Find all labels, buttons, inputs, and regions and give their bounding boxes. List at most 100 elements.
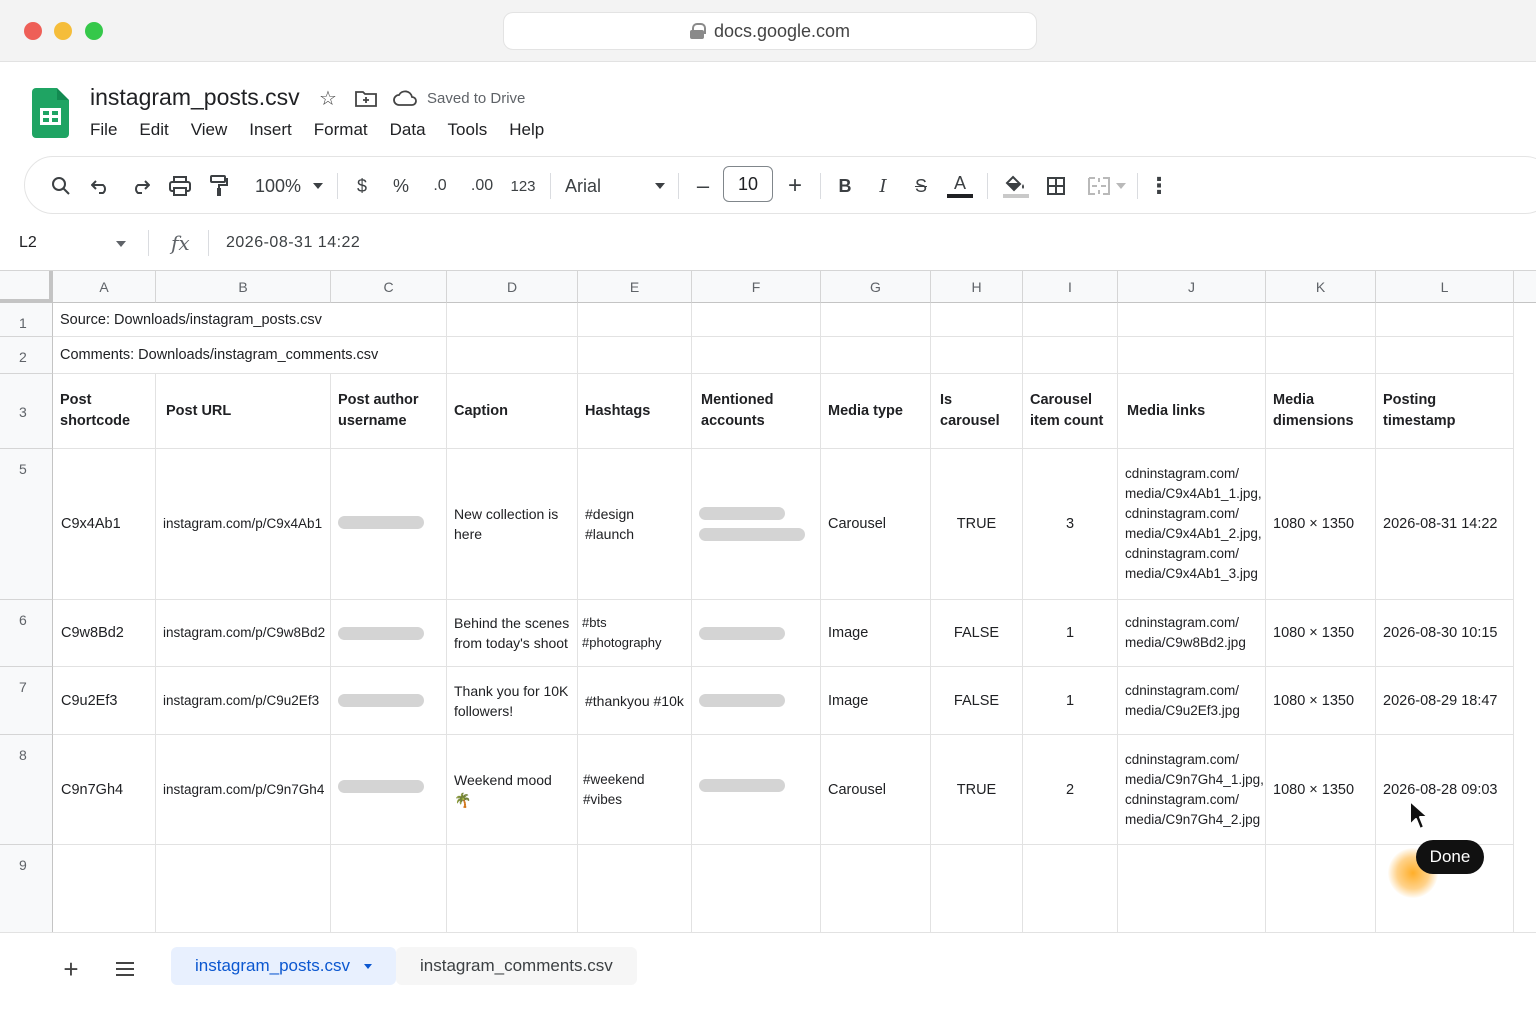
bold-button[interactable]: B <box>833 157 857 215</box>
decrease-font-size-button[interactable]: – <box>691 157 715 215</box>
cell-post-url[interactable]: instagram.com/p/C9x4Ab1 <box>156 449 331 600</box>
cell-d9[interactable] <box>447 845 578 932</box>
fill-color-icon[interactable] <box>1001 157 1031 215</box>
column-header-j[interactable]: J <box>1118 271 1266 303</box>
strikethrough-button[interactable]: S <box>909 157 933 215</box>
cell-media-links[interactable]: cdninstagram.com/ media/C9x4Ab1_1.jpg, c… <box>1118 449 1266 600</box>
increase-font-size-button[interactable]: + <box>783 157 807 215</box>
cell-mentions-redacted[interactable] <box>692 667 821 735</box>
cell-l1[interactable] <box>1376 303 1514 337</box>
cell-item-count[interactable]: 1 <box>1023 667 1118 735</box>
cell-shortcode[interactable]: C9u2Ef3 <box>53 667 156 735</box>
cell-caption[interactable]: Weekend mood 🌴 <box>447 735 578 845</box>
cell-caption[interactable]: New collection is here <box>447 449 578 600</box>
paint-format-icon[interactable] <box>205 157 233 215</box>
header-mentioned-accounts[interactable]: Mentioned accounts <box>692 374 821 449</box>
header-posting-timestamp[interactable]: Posting timestamp <box>1376 374 1514 449</box>
cell-is-carousel[interactable]: FALSE <box>931 667 1023 735</box>
cell-author-redacted[interactable] <box>331 667 447 735</box>
row-header-9[interactable]: 9 <box>0 845 53 932</box>
cell-hashtags[interactable]: #weekend #vibes <box>578 735 692 845</box>
zoom-select[interactable]: 100% <box>251 157 327 215</box>
add-sheet-icon[interactable]: + <box>57 954 85 984</box>
cell-media-links[interactable]: cdninstagram.com/ media/C9w8Bd2.jpg <box>1118 600 1266 667</box>
row-header-1[interactable]: 1 <box>0 303 53 337</box>
cell-i2[interactable] <box>1023 337 1118 374</box>
close-window-button[interactable] <box>24 22 42 40</box>
cell-i9[interactable] <box>1023 845 1118 932</box>
select-all-corner[interactable] <box>0 271 53 303</box>
cell-item-count[interactable]: 3 <box>1023 449 1118 600</box>
undo-icon[interactable] <box>87 157 115 215</box>
column-header-i[interactable]: I <box>1023 271 1118 303</box>
cell-post-url[interactable]: instagram.com/p/C9w8Bd2 <box>156 600 331 667</box>
cell-dimensions[interactable]: 1080 × 1350 <box>1266 600 1376 667</box>
address-bar[interactable]: docs.google.com <box>503 12 1037 50</box>
cell-h2[interactable] <box>931 337 1023 374</box>
cell-f2[interactable] <box>692 337 821 374</box>
menu-file[interactable]: File <box>90 120 117 140</box>
header-caption[interactable]: Caption <box>447 374 578 449</box>
name-box[interactable]: L2 <box>19 234 37 252</box>
header-carousel-item-count[interactable]: Carousel item count <box>1023 374 1118 449</box>
cell-is-carousel[interactable]: FALSE <box>931 600 1023 667</box>
cell-dimensions[interactable]: 1080 × 1350 <box>1266 667 1376 735</box>
row-header-3[interactable]: 3 <box>0 374 53 449</box>
header-post-author-username[interactable]: Post author username <box>331 374 447 449</box>
search-icon[interactable] <box>47 157 75 215</box>
menu-tools[interactable]: Tools <box>448 120 488 140</box>
cell-media-type[interactable]: Image <box>821 667 931 735</box>
header-post-shortcode[interactable]: Post shortcode <box>53 374 156 449</box>
cell-media-type[interactable]: Image <box>821 600 931 667</box>
cell-item-count[interactable]: 2 <box>1023 735 1118 845</box>
column-header-m[interactable] <box>1514 271 1536 303</box>
cell-media-links[interactable]: cdninstagram.com/ media/C9u2Ef3.jpg <box>1118 667 1266 735</box>
menu-data[interactable]: Data <box>390 120 426 140</box>
formula-input[interactable]: 2026-08-31 14:22 <box>226 234 360 252</box>
decrease-decimal-button[interactable]: .0 <box>425 157 455 215</box>
header-media-dimensions[interactable]: Media dimensions <box>1266 374 1376 449</box>
cell-media-links[interactable]: cdninstagram.com/ media/C9n7Gh4_1.jpg, c… <box>1118 735 1266 845</box>
column-header-f[interactable]: F <box>692 271 821 303</box>
cell-j1[interactable] <box>1118 303 1266 337</box>
cell-d1[interactable] <box>447 303 578 337</box>
cell-mentions-redacted[interactable] <box>692 449 821 600</box>
column-header-h[interactable]: H <box>931 271 1023 303</box>
cell-media-type[interactable]: Carousel <box>821 735 931 845</box>
cell-shortcode[interactable]: C9n7Gh4 <box>53 735 156 845</box>
sheet-tab-instagram-comments[interactable]: instagram_comments.csv <box>396 947 637 985</box>
cell-h1[interactable] <box>931 303 1023 337</box>
currency-format-button[interactable]: $ <box>350 157 374 215</box>
cell-k1[interactable] <box>1266 303 1376 337</box>
menu-view[interactable]: View <box>191 120 228 140</box>
cell-g2[interactable] <box>821 337 931 374</box>
percent-format-button[interactable]: % <box>389 157 413 215</box>
borders-icon[interactable] <box>1043 157 1069 215</box>
cell-b9[interactable] <box>156 845 331 932</box>
cell-d2[interactable] <box>447 337 578 374</box>
column-header-b[interactable]: B <box>156 271 331 303</box>
row-header-8[interactable]: 8 <box>0 735 53 845</box>
cell-is-carousel[interactable]: TRUE <box>931 735 1023 845</box>
cell-f1[interactable] <box>692 303 821 337</box>
sheets-logo-icon[interactable] <box>32 88 69 138</box>
column-header-e[interactable]: E <box>578 271 692 303</box>
cell-g9[interactable] <box>821 845 931 932</box>
cell-mentions-redacted[interactable] <box>692 600 821 667</box>
cell-post-url[interactable]: instagram.com/p/C9n7Gh4 <box>156 735 331 845</box>
maximize-window-button[interactable] <box>85 22 103 40</box>
cell-g1[interactable] <box>821 303 931 337</box>
cell-l2[interactable] <box>1376 337 1514 374</box>
cell-media-type[interactable]: Carousel <box>821 449 931 600</box>
header-media-links[interactable]: Media links <box>1118 374 1266 449</box>
cell-a9[interactable] <box>53 845 156 932</box>
italic-button[interactable]: I <box>871 157 895 215</box>
cell-c9[interactable] <box>331 845 447 932</box>
cell-k2[interactable] <box>1266 337 1376 374</box>
cell-hashtags[interactable]: #thankyou #10k <box>578 667 692 735</box>
text-color-button[interactable]: A <box>945 157 975 215</box>
column-header-c[interactable]: C <box>331 271 447 303</box>
cell-item-count[interactable]: 1 <box>1023 600 1118 667</box>
cell-author-redacted[interactable] <box>331 449 447 600</box>
number-format-button[interactable]: 123 <box>508 157 538 215</box>
